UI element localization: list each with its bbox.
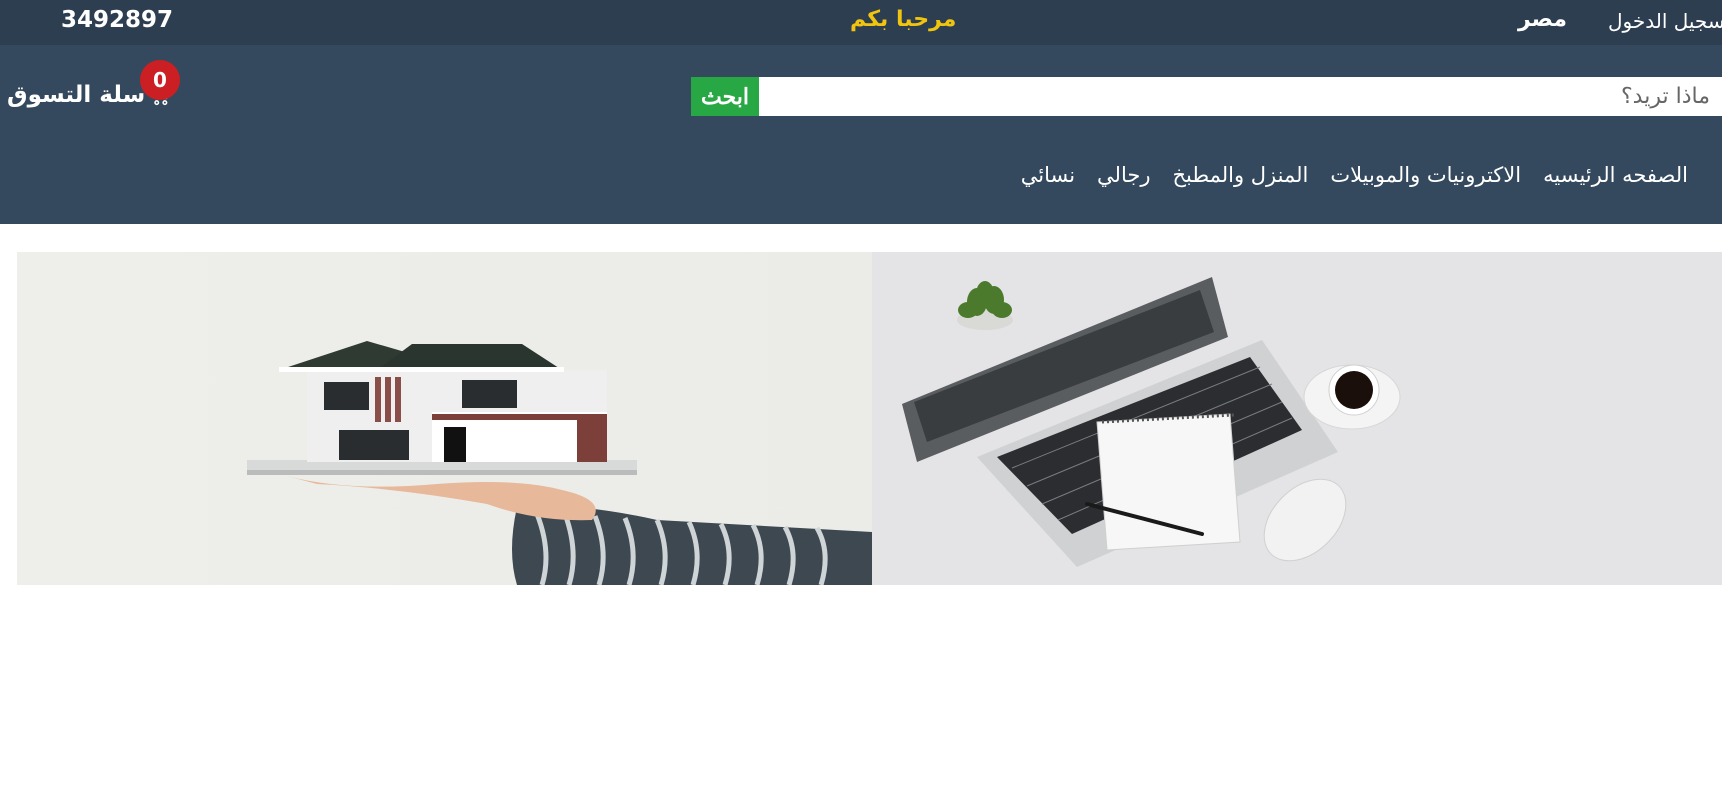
banner-slide-laptop [872,252,1722,585]
search-button[interactable]: ابحث [691,77,759,116]
login-link[interactable]: تسجيل الدخول [1608,9,1722,33]
hero-banner[interactable] [17,252,1722,585]
phone-number: 3492897 [61,7,174,33]
laptop-desk-image [902,277,1401,567]
cart-count-badge: 0 [140,60,180,100]
country-selector[interactable]: مصر [1518,7,1567,32]
banner-slide-house [17,252,872,585]
header [0,45,1722,224]
main-nav: الصفحه الرئيسيه الاكترونيات والموبيلات ا… [1021,163,1688,187]
welcome-text: مرحبا بكم [850,7,957,32]
nav-item-home[interactable]: الصفحه الرئيسيه [1543,163,1688,187]
nav-item-home-kitchen[interactable]: المنزل والمطبخ [1172,163,1308,187]
top-bar: 3492897 مرحبا بكم مصر تسجيل الدخول [0,0,1722,45]
nav-item-women[interactable]: نسائي [1021,163,1075,187]
house-on-hand-image [247,341,872,585]
cart-label: سلة التسوق [7,82,146,108]
nav-item-men[interactable]: رجالي [1097,163,1150,187]
nav-item-electronics[interactable]: الاكترونيات والموبيلات [1330,163,1521,187]
search-input[interactable] [759,77,1722,116]
